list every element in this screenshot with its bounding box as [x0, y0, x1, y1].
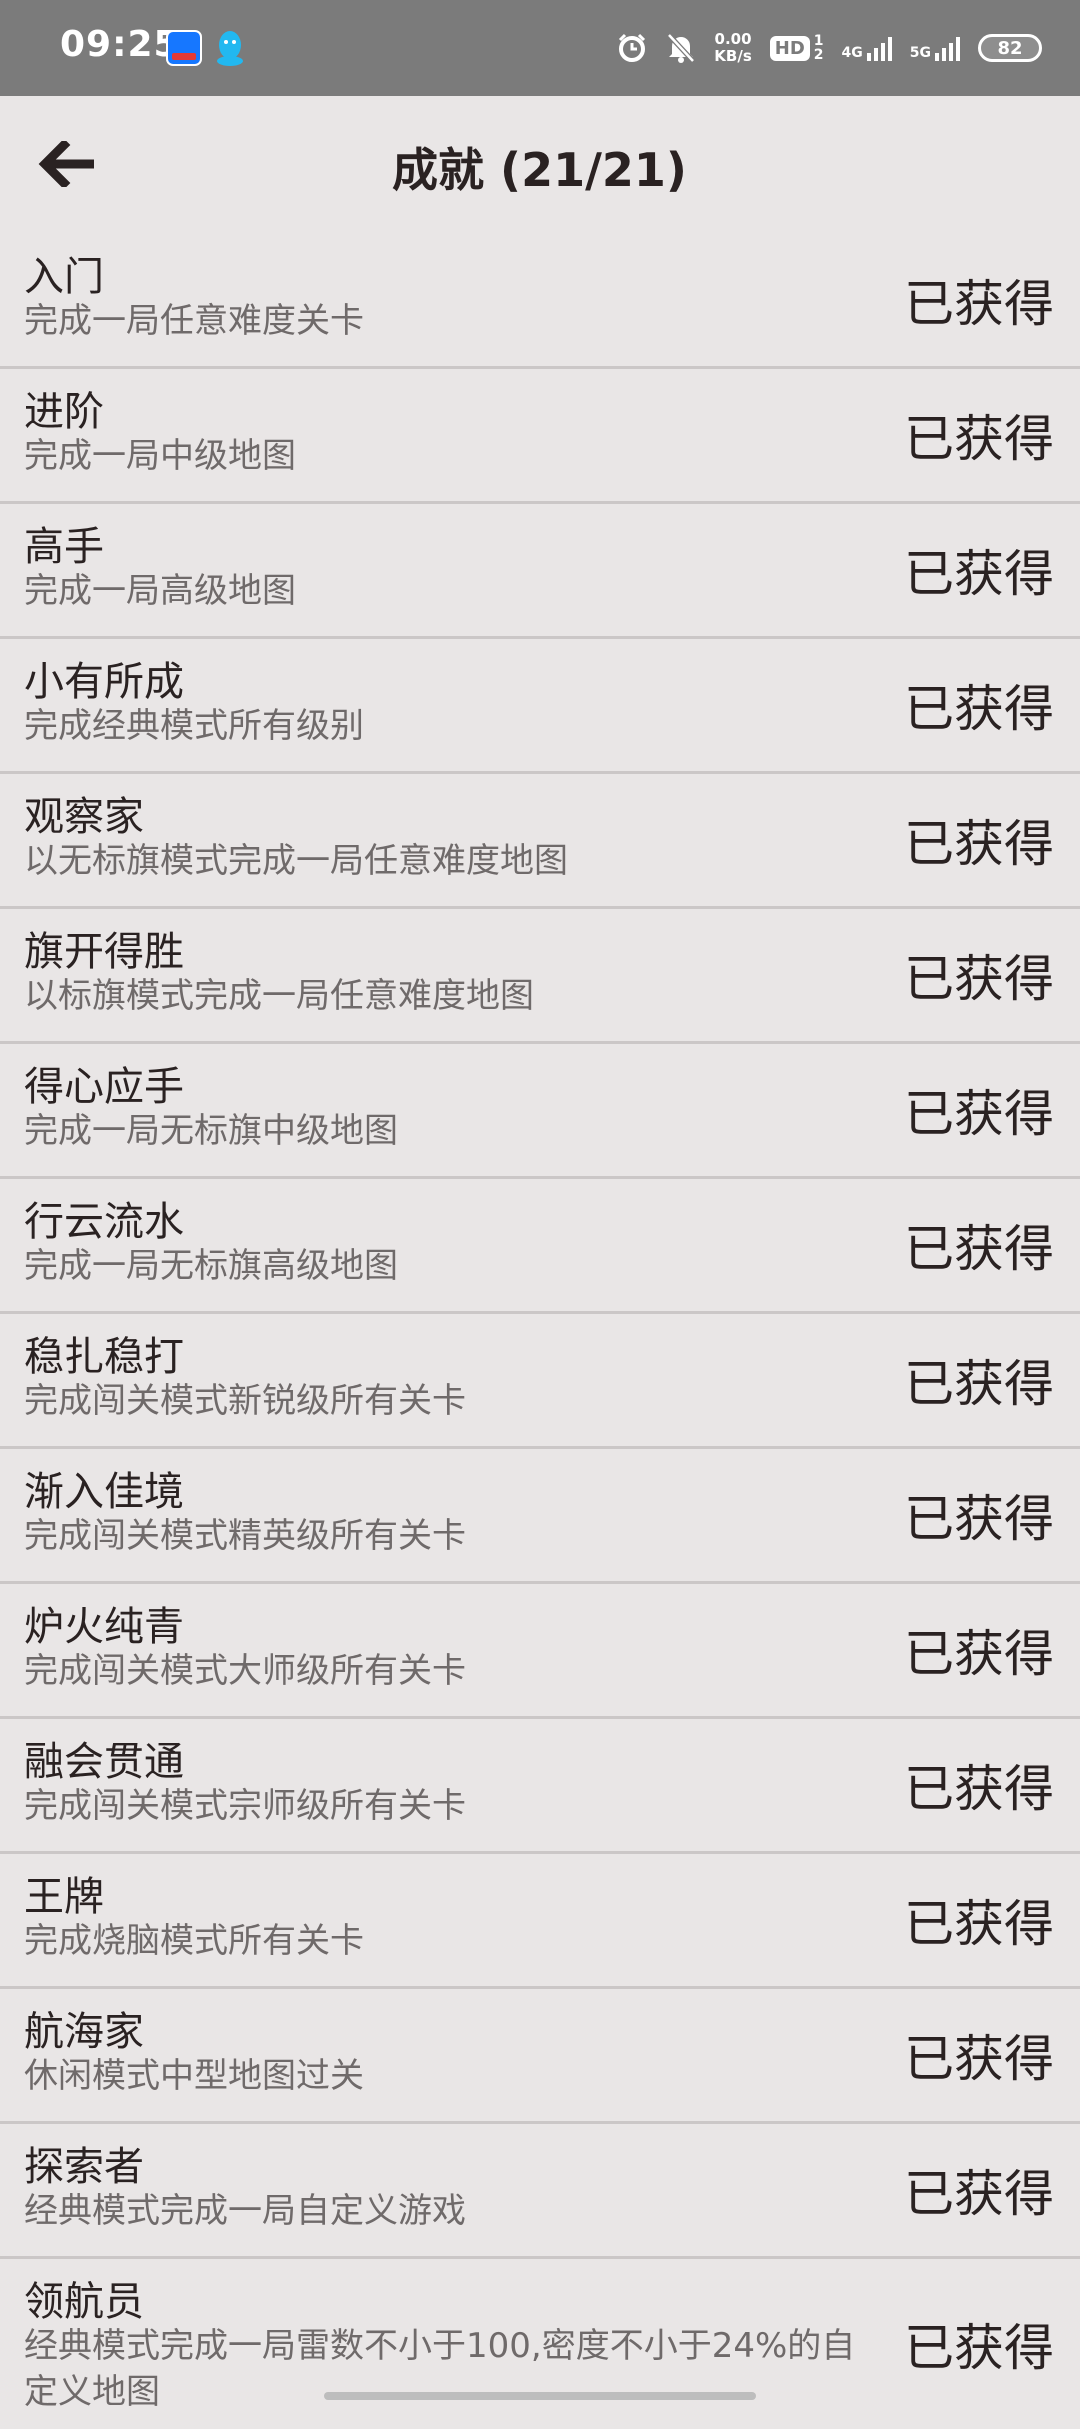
- net-speed-unit: KB/s: [714, 47, 752, 65]
- alarm-icon: [619, 33, 646, 62]
- signal-4g-label: 4G: [841, 45, 863, 61]
- net-speed: 0.00 KB/s: [714, 31, 751, 65]
- list-item[interactable]: 入门 完成一局任意难度关卡 已获得: [0, 234, 1080, 369]
- achievement-status: 已获得: [904, 950, 1054, 1008]
- list-item[interactable]: 高手 完成一局高级地图 已获得: [0, 504, 1080, 639]
- top-header: 成就 (21/21): [0, 96, 1080, 234]
- achievement-status: 已获得: [904, 545, 1054, 603]
- achievement-title: 渐入佳境: [24, 1469, 184, 1515]
- achievement-description: 完成闯关模式大师级所有关卡: [24, 1651, 466, 1691]
- achievement-status: 已获得: [904, 1760, 1054, 1818]
- signal-4g: 4G: [842, 35, 892, 61]
- qq-app-icon: [217, 31, 243, 66]
- hd-icon: HD: [769, 35, 810, 61]
- achievement-status: 已获得: [904, 1490, 1054, 1548]
- achievement-title: 领航员: [24, 2279, 144, 2325]
- list-item[interactable]: 王牌 完成烧脑模式所有关卡 已获得: [0, 1854, 1080, 1989]
- battery-level: 82: [997, 37, 1023, 59]
- achievement-list[interactable]: 入门 完成一局任意难度关卡 已获得 进阶 完成一局中级地图 已获得 高手 完成一…: [0, 234, 1080, 2429]
- achievement-title: 行云流水: [24, 1199, 184, 1245]
- achievement-title: 得心应手: [24, 1064, 184, 1110]
- alipay-app-icon: [166, 30, 202, 66]
- achievement-description: 完成闯关模式宗师级所有关卡: [24, 1786, 466, 1826]
- achievement-description: 休闲模式中型地图过关: [24, 2056, 364, 2096]
- signal-5g-icon: [935, 35, 960, 61]
- signal-4g-icon: [866, 35, 892, 61]
- list-item[interactable]: 探索者 经典模式完成一局自定义游戏 已获得: [0, 2124, 1080, 2259]
- achievement-description: 完成闯关模式新锐级所有关卡: [24, 1381, 466, 1421]
- achievement-title: 航海家: [24, 2009, 144, 2055]
- achievement-status: 已获得: [904, 1220, 1054, 1278]
- achievement-status: 已获得: [904, 1355, 1054, 1413]
- achievement-title: 旗开得胜: [24, 929, 184, 975]
- list-item[interactable]: 炉火纯青 完成闯关模式大师级所有关卡 已获得: [0, 1584, 1080, 1719]
- status-bar: 09:25 0.00 KB/s HD 12 4G 5G 82: [0, 0, 1080, 96]
- achievement-title: 小有所成: [24, 659, 184, 705]
- achievement-title: 探索者: [24, 2144, 144, 2190]
- achievement-title: 观察家: [24, 794, 144, 840]
- achievement-title: 进阶: [24, 389, 104, 435]
- list-item[interactable]: 渐入佳境 完成闯关模式精英级所有关卡 已获得: [0, 1449, 1080, 1584]
- achievement-status: 已获得: [904, 2319, 1054, 2377]
- achievement-description: 完成一局无标旗高级地图: [24, 1246, 398, 1286]
- signal-5g-label: 5G: [909, 45, 931, 61]
- achievement-title: 高手: [24, 524, 104, 570]
- achievement-description: 完成一局高级地图: [24, 571, 296, 611]
- achievement-title: 稳扎稳打: [24, 1334, 184, 1380]
- page-title: 成就 (21/21): [392, 143, 687, 197]
- achievement-status: 已获得: [904, 815, 1054, 873]
- mute-icon: [667, 33, 696, 63]
- list-item[interactable]: 得心应手 完成一局无标旗中级地图 已获得: [0, 1044, 1080, 1179]
- achievement-description: 完成一局中级地图: [24, 436, 296, 476]
- status-right-icons: 0.00 KB/s HD 12 4G 5G 82: [616, 28, 1042, 68]
- achievement-description: 以标旗模式完成一局任意难度地图: [24, 976, 534, 1016]
- signal-5g: 5G: [910, 35, 960, 61]
- achievement-status: 已获得: [904, 410, 1054, 468]
- list-item[interactable]: 航海家 休闲模式中型地图过关 已获得: [0, 1989, 1080, 2124]
- achievement-description: 经典模式完成一局自定义游戏: [24, 2191, 466, 2231]
- list-item[interactable]: 小有所成 完成经典模式所有级别 已获得: [0, 639, 1080, 774]
- achievement-title: 融会贯通: [24, 1739, 184, 1785]
- home-indicator[interactable]: [324, 2392, 756, 2400]
- list-item[interactable]: 观察家 以无标旗模式完成一局任意难度地图 已获得: [0, 774, 1080, 909]
- achievement-title: 王牌: [24, 1874, 104, 1920]
- achievement-status: 已获得: [904, 1625, 1054, 1683]
- achievement-description: 以无标旗模式完成一局任意难度地图: [24, 841, 568, 881]
- status-time: 09:25: [60, 24, 180, 65]
- achievement-description: 完成烧脑模式所有关卡: [24, 1921, 364, 1961]
- list-item[interactable]: 进阶 完成一局中级地图 已获得: [0, 369, 1080, 504]
- achievement-status: 已获得: [904, 1085, 1054, 1143]
- achievement-description: 完成经典模式所有级别: [24, 706, 364, 746]
- achievement-status: 已获得: [904, 680, 1054, 738]
- net-speed-value: 0.00: [714, 30, 752, 48]
- achievement-status: 已获得: [904, 2030, 1054, 2088]
- achievement-description: 完成一局任意难度关卡: [24, 301, 364, 341]
- list-item[interactable]: 旗开得胜 以标旗模式完成一局任意难度地图 已获得: [0, 909, 1080, 1044]
- list-item[interactable]: 行云流水 完成一局无标旗高级地图 已获得: [0, 1179, 1080, 1314]
- achievement-title: 炉火纯青: [24, 1604, 184, 1650]
- list-item[interactable]: 稳扎稳打 完成闯关模式新锐级所有关卡 已获得: [0, 1314, 1080, 1449]
- achievement-description: 经典模式完成一局雷数不小于100,密度不小于24%的自定义地图: [24, 2326, 856, 2412]
- achievement-title: 入门: [24, 254, 104, 300]
- hd-indicator: HD 12: [769, 34, 824, 62]
- battery-icon: 82: [978, 34, 1042, 62]
- achievement-description: 完成闯关模式精英级所有关卡: [24, 1516, 466, 1556]
- list-item[interactable]: 融会贯通 完成闯关模式宗师级所有关卡 已获得: [0, 1719, 1080, 1854]
- achievement-status: 已获得: [904, 2165, 1054, 2223]
- achievement-status: 已获得: [904, 275, 1054, 333]
- achievement-status: 已获得: [904, 1895, 1054, 1953]
- achievement-description: 完成一局无标旗中级地图: [24, 1111, 398, 1151]
